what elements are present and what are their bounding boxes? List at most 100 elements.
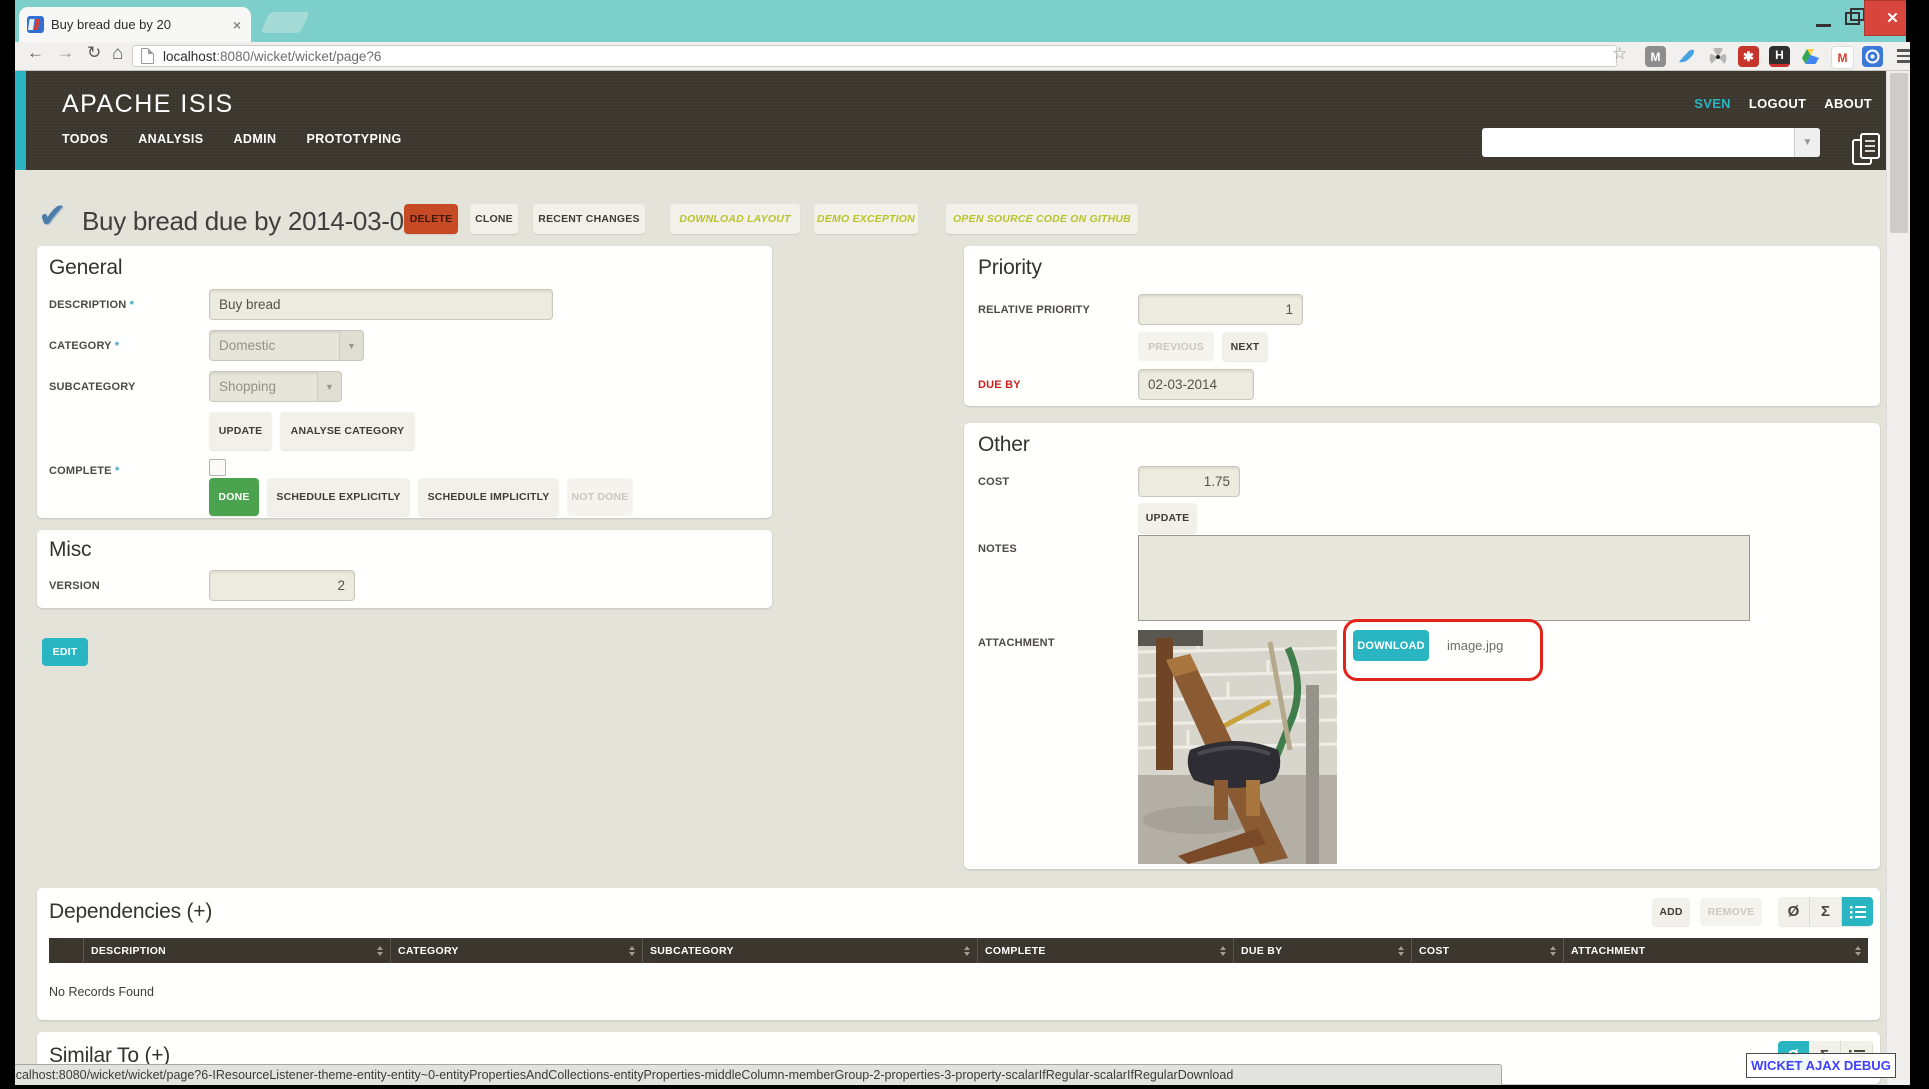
window-frame <box>0 0 15 1089</box>
extension-h-icon[interactable]: H <box>1769 46 1790 67</box>
extension-bookmark-icon[interactable]: M <box>1645 46 1666 67</box>
list-view-icon[interactable] <box>1842 897 1873 926</box>
category-select[interactable]: Domestic▼ <box>209 330 364 361</box>
todo-check-icon: ✔ <box>38 196 67 236</box>
quick-search-select[interactable]: ▼ <box>1482 128 1820 157</box>
scrollbar-thumb[interactable] <box>1890 73 1908 233</box>
next-button[interactable]: NEXT <box>1222 332 1268 361</box>
column-attachment[interactable]: ATTACHMENT <box>1564 938 1868 963</box>
clone-button[interactable]: CLONE <box>470 204 518 234</box>
sort-icon <box>1392 946 1404 956</box>
browser-tab[interactable]: Buy bread due by 20 × <box>19 7 251 42</box>
favicon-icon <box>27 16 44 33</box>
nav-item-admin[interactable]: ADMIN <box>234 132 277 146</box>
home-icon[interactable]: ⌂ <box>112 43 123 65</box>
general-heading: General <box>49 256 122 280</box>
tab-close-icon[interactable]: × <box>231 17 243 33</box>
subcategory-label: SUBCATEGORY <box>49 381 136 393</box>
relative-priority-label: RELATIVE PRIORITY <box>978 304 1090 316</box>
nav-item-todos[interactable]: TODOS <box>62 132 108 146</box>
notes-textarea[interactable] <box>1138 535 1750 621</box>
page-icon <box>141 48 154 64</box>
minimize-icon <box>1816 24 1831 27</box>
app-header: APACHE ISIS SVEN LOGOUT ABOUT TODOS ANAL… <box>15 71 1886 170</box>
url-host: localhost <box>163 49 216 64</box>
new-tab-button[interactable] <box>260 12 309 33</box>
copy-pages-icon[interactable] <box>1851 132 1883 166</box>
previous-button[interactable]: PREVIOUS <box>1138 332 1214 361</box>
done-button[interactable]: DONE <box>209 478 259 516</box>
update-category-button[interactable]: UPDATE <box>209 412 272 450</box>
remove-button[interactable]: REMOVE <box>1700 898 1762 926</box>
sort-icon <box>1849 946 1861 956</box>
cost-label: COST <box>978 476 1009 488</box>
page-scrollbar[interactable] <box>1886 71 1910 1085</box>
extension-drive-icon[interactable] <box>1800 46 1821 67</box>
column-cost[interactable]: COST <box>1412 938 1564 963</box>
attachment-label: ATTACHMENT <box>978 637 1055 649</box>
extension-twitter-icon[interactable] <box>1676 46 1697 67</box>
restore-button[interactable] <box>1840 0 1864 36</box>
extension-radiation-icon[interactable] <box>1707 46 1728 67</box>
summary-view-icon[interactable]: Σ <box>1810 897 1842 926</box>
column-description[interactable]: DESCRIPTION <box>84 938 391 963</box>
relative-priority-field: 1 <box>1138 294 1303 325</box>
refresh-icon[interactable]: ↻ <box>87 43 101 63</box>
url-path: :8080/wicket/wicket/page?6 <box>216 49 381 64</box>
extension-capture-icon[interactable] <box>1862 46 1883 67</box>
url-bar[interactable]: localhost:8080/wicket/wicket/page?6 <box>132 45 1617 67</box>
due-by-label: DUE BY <box>978 379 1021 391</box>
column-select <box>49 938 84 963</box>
analyse-category-button[interactable]: ANALYSE CATEGORY <box>280 412 415 450</box>
demo-exception-button[interactable]: DEMO EXCEPTION <box>814 204 918 234</box>
browser-toolbar: ← → ↻ ⌂ localhost:8080/wicket/wicket/pag… <box>15 42 1921 71</box>
sort-icon <box>623 946 635 956</box>
column-subcategory[interactable]: SUBCATEGORY <box>643 938 978 963</box>
notes-label: NOTES <box>978 543 1017 555</box>
github-source-button[interactable]: OPEN SOURCE CODE ON GITHUB <box>946 204 1138 234</box>
logout-link[interactable]: LOGOUT <box>1749 96 1806 111</box>
update-cost-button[interactable]: UPDATE <box>1138 503 1197 533</box>
attachment-photo <box>1138 630 1337 864</box>
nav-item-prototyping[interactable]: PROTOTYPING <box>306 132 401 146</box>
priority-heading: Priority <box>978 256 1042 280</box>
edit-button[interactable]: EDIT <box>42 638 88 666</box>
about-link[interactable]: ABOUT <box>1824 96 1872 111</box>
extension-gmail-icon[interactable]: M <box>1831 46 1854 69</box>
select-arrow-icon: ▼ <box>339 331 363 360</box>
forward-icon[interactable]: → <box>57 43 74 63</box>
column-complete[interactable]: COMPLETE <box>978 938 1234 963</box>
delete-button[interactable]: DELETE <box>404 204 458 234</box>
wicket-ajax-debug-link[interactable]: WICKET AJAX DEBUG <box>1746 1053 1896 1078</box>
complete-checkbox[interactable] <box>209 459 226 476</box>
restore-icon <box>1845 12 1860 25</box>
schedule-implicitly-button[interactable]: SCHEDULE IMPLICITLY <box>418 478 559 516</box>
no-records-message: No Records Found <box>49 985 154 999</box>
dependencies-heading: Dependencies (+) <box>49 900 212 924</box>
back-icon[interactable]: ← <box>27 43 44 63</box>
add-button[interactable]: ADD <box>1652 898 1690 926</box>
select-arrow-icon[interactable]: ▼ <box>1794 128 1820 157</box>
sort-icon <box>1544 946 1556 956</box>
recent-changes-button[interactable]: RECENT CHANGES <box>533 204 645 234</box>
sort-icon <box>371 946 383 956</box>
subcategory-select[interactable]: Shopping▼ <box>209 371 342 402</box>
user-link[interactable]: SVEN <box>1694 96 1731 111</box>
column-due-by[interactable]: DUE BY <box>1234 938 1412 963</box>
minimize-button[interactable] <box>1806 0 1840 36</box>
bookmark-star-icon[interactable]: ☆ <box>1612 44 1627 64</box>
not-done-button[interactable]: NOT DONE <box>567 478 633 516</box>
misc-panel: Misc VERSION 2 <box>37 530 772 608</box>
window-frame <box>0 1085 1929 1089</box>
annotation-highlight <box>1343 619 1543 681</box>
hide-collection-icon[interactable]: Ø <box>1778 897 1810 926</box>
column-category[interactable]: CATEGORY <box>391 938 643 963</box>
schedule-explicitly-button[interactable]: SCHEDULE EXPLICITLY <box>267 478 410 516</box>
extension-lastpass-icon[interactable]: ✱ <box>1738 46 1759 67</box>
screen: Buy bread due by 20 × ✕ ← → ↻ ⌂ localhos… <box>0 0 1929 1089</box>
due-by-field[interactable]: 02-03-2014 <box>1138 369 1254 400</box>
download-layout-button[interactable]: DOWNLOAD LAYOUT <box>670 204 800 234</box>
description-field[interactable]: Buy bread <box>209 289 553 320</box>
nav-item-analysis[interactable]: ANALYSIS <box>138 132 203 146</box>
page-title: Buy bread due by 2014-03-02 <box>82 206 418 237</box>
